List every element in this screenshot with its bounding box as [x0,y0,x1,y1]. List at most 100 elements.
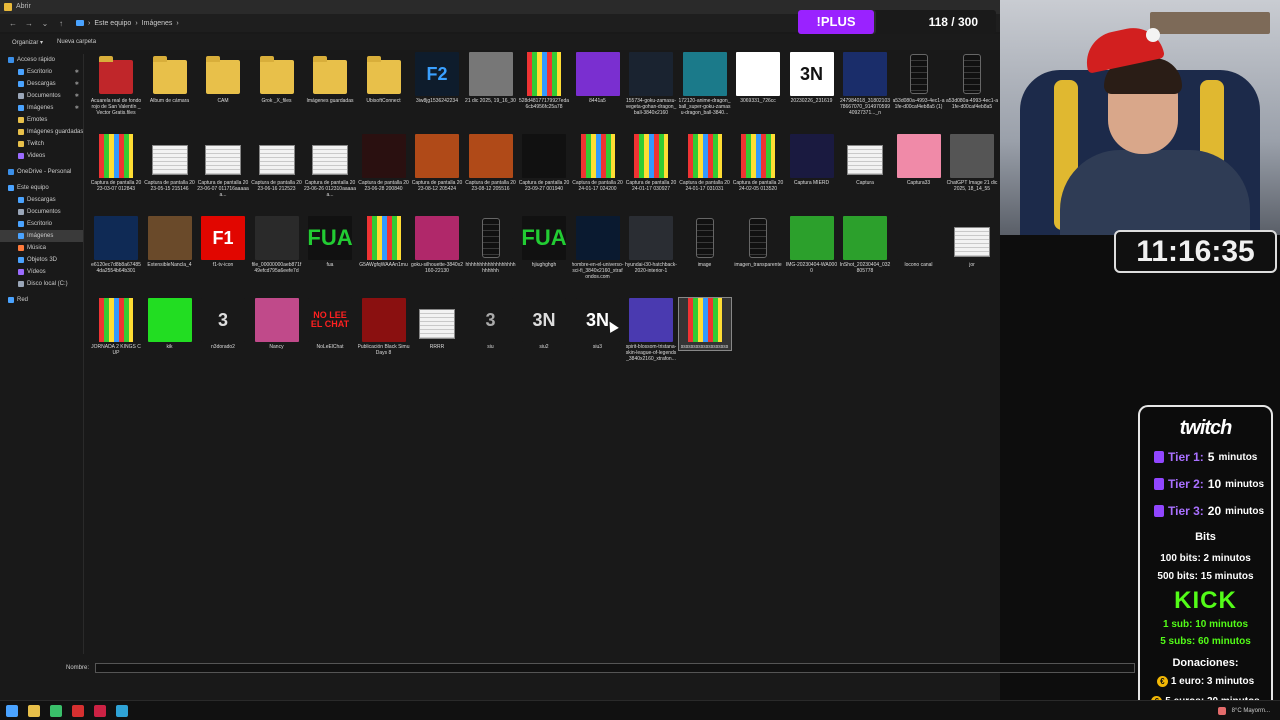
file-item[interactable]: a53d080a-4993-4ec1-a1fe-d00caf4eb8a5 (1) [893,52,945,110]
file-item[interactable]: Captura MIERD [786,134,838,186]
sidebar-item[interactable]: Emotes [0,114,83,126]
file-name: hyundai-i30-hatchback-2020-interior-1 [625,262,677,274]
file-item[interactable]: 3N siu2 [518,298,570,350]
sidebar-item[interactable]: Imágenes guardadas [0,126,83,138]
file-item[interactable]: Publicación Black SimuDays 8 [358,298,410,356]
file-item[interactable]: file_00000000aeb871f49efcd795a6eefe7d [251,216,303,274]
sidebar-item[interactable]: Acceso rápido [0,54,83,66]
file-item[interactable]: 172120-anime-dragon_ball_super-goku-zama… [679,52,731,116]
chevron-down-icon[interactable]: ⌄ [40,19,50,28]
file-item[interactable]: a53d080a-4993-4ec1-a1fe-d00caf4eb8a5 [946,52,998,110]
up-arrow-icon[interactable]: ↑ [56,19,66,28]
file-item[interactable]: Captura de pantalla 2023-08-12 205424 [411,134,463,192]
file-item[interactable]: FUA hjiughghgh [518,216,570,268]
sidebar-item[interactable]: Red [0,294,83,306]
file-item[interactable]: goku-silhouette-3840x2160-22130 [411,216,463,274]
file-item[interactable]: 21 dic 2025, 19_16_30 [465,52,517,104]
back-arrow-icon[interactable]: ← [8,19,18,28]
sidebar-item[interactable]: Música [0,242,83,254]
file-item[interactable]: CAM [197,52,249,104]
sidebar-item[interactable]: OneDrive - Personal [0,166,83,178]
file-item[interactable]: JORNADA 2 KINGS CUP [90,298,142,356]
address-bar[interactable]: › Este equipo › Imágenes › [76,20,179,27]
file-item[interactable]: Captura de pantalla 2023-06-28 200840 [358,134,410,192]
windows-start-icon[interactable] [6,704,18,717]
sidebar-item[interactable]: Documentos [0,206,83,218]
app-red-icon[interactable] [72,704,84,717]
file-item[interactable]: FUA fua [304,216,356,268]
file-item[interactable]: image [679,216,731,268]
new-folder-button[interactable]: Nueva carpeta [57,39,96,45]
sidebar-item[interactable]: Descargas [0,194,83,206]
file-item[interactable]: F1 f1-tv-icon [197,216,249,268]
file-item[interactable]: 3N 20230226_231619 [786,52,838,104]
file-item[interactable]: e6120ec7d8b8a674854da2554b64b301 [90,216,142,274]
file-item[interactable]: ExtensibleNancla_4 [144,216,196,268]
file-item[interactable]: locono canal [893,216,945,268]
file-item[interactable]: NO LEE EL CHAT NoLeElChat [304,298,356,350]
file-explorer-icon[interactable] [28,704,40,717]
file-item[interactable]: Imágenes guardadas [304,52,356,104]
file-item[interactable]: Captura de pantalla 2023-06-16 212523 [251,134,303,192]
file-item[interactable]: RRRR [411,298,463,350]
sidebar-item[interactable]: Este equipo [0,182,83,194]
file-item[interactable]: 247984018_3180210378667070_9149705994092… [839,52,891,116]
file-item[interactable]: Captura [839,134,891,186]
sidebar-item[interactable]: Videos [0,150,83,162]
file-item[interactable]: Captura de pantalla 2024-01-17 030927 [625,134,677,192]
file-item[interactable]: 3069331_726cc [732,52,784,104]
organize-button[interactable]: Organizar ▾ [12,39,43,46]
file-item[interactable]: hombre-en-el-universo-sci-fi_3840x2160_x… [572,216,624,280]
file-item[interactable]: Captura de pantalla 2023-06-07 011716aaa… [197,134,249,198]
forward-arrow-icon[interactable]: → [24,19,34,28]
sidebar-item[interactable]: Vídeos [0,266,83,278]
sidebar-item[interactable]: Documentos ✱ [0,90,83,102]
sidebar-item[interactable]: Imágenes [0,230,83,242]
obs-icon[interactable] [94,704,106,717]
sidebar-item[interactable]: Descargas ✱ [0,78,83,90]
file-item[interactable]: Captura de pantalla 2024-01-17 031031 [679,134,731,192]
file-item[interactable]: hhhhhhhhhhhhhhhhhhhhhhhh [465,216,517,274]
file-item[interactable]: Acuarela real de fondo rojo de San Valen… [90,52,142,116]
file-item[interactable]: G5AWgfqWAAAn1mu [358,216,410,268]
file-item[interactable]: 528d48177179927eda6cb4956fc25a78 [518,52,570,110]
file-item[interactable]: ChatGPT Image 21 dic 2025, 18_14_55 [946,134,998,192]
file-item[interactable]: kik [144,298,196,350]
sidebar-item[interactable]: Imágenes ✱ [0,102,83,114]
file-item[interactable]: Álbum de cámara [144,52,196,104]
file-item[interactable]: sssssssssssssssssss [677,297,732,351]
breadcrumb-este-equipo[interactable]: Este equipo [94,20,131,27]
file-item[interactable]: Captura de pantalla 2024-02-05 013520 [732,134,784,192]
sidebar-item[interactable]: Disco local (C:) [0,278,83,290]
filename-input[interactable] [95,663,1136,673]
file-item[interactable]: UbisoftConnect [358,52,410,104]
sidebar-item[interactable]: Objetos 3D [0,254,83,266]
file-item[interactable]: 3 siu [465,298,517,350]
file-item[interactable]: Captura de pantalla 2023-09-27 001940 [518,134,570,192]
breadcrumb-imagenes[interactable]: Imágenes [142,20,173,27]
file-item[interactable]: hyundai-i30-hatchback-2020-interior-1 [625,216,677,274]
file-item[interactable]: InShot_20230404_032805778 [839,216,891,274]
file-item[interactable]: Nancy [251,298,303,350]
app-blue-icon[interactable] [116,704,128,717]
file-item[interactable]: 155734-goku-zamasu-vegeta-gohan-dragon_b… [625,52,677,116]
file-item[interactable]: Captura33 [893,134,945,186]
sidebar-item[interactable]: Escritorio [0,218,83,230]
chrome-icon[interactable] [50,704,62,717]
file-item[interactable]: Captura de pantalla 2023-05-15 215146 [144,134,196,192]
file-item[interactable]: IMG-20230404-WA0000 [786,216,838,274]
file-item[interactable]: Captura de pantalla 2024-01-17 024200 [572,134,624,192]
file-item[interactable]: 3 n3dorado2 [197,298,249,350]
file-item[interactable]: F2 3iw8jg1536242234 [411,52,463,104]
file-item[interactable]: 8441a5 [572,52,624,104]
sidebar-item[interactable]: Twitch [0,138,83,150]
file-item[interactable]: Captura de pantalla 2023-06-26 012310aaa… [304,134,356,198]
file-item[interactable]: spirit-blossom-tristana-skin-league-of-l… [625,298,677,362]
file-item[interactable]: Captura de pantalla 2023-03-07 012843 [90,134,142,192]
file-item[interactable]: Captura de pantalla 2023-08-12 205516 [465,134,517,192]
file-item[interactable]: Grok _X_files [251,52,303,104]
file-item[interactable]: jor [946,216,998,268]
sidebar-item[interactable]: Escritorio ✱ [0,66,83,78]
file-item[interactable]: imagen_transparente [732,216,784,268]
file-thumbnail [575,216,620,260]
